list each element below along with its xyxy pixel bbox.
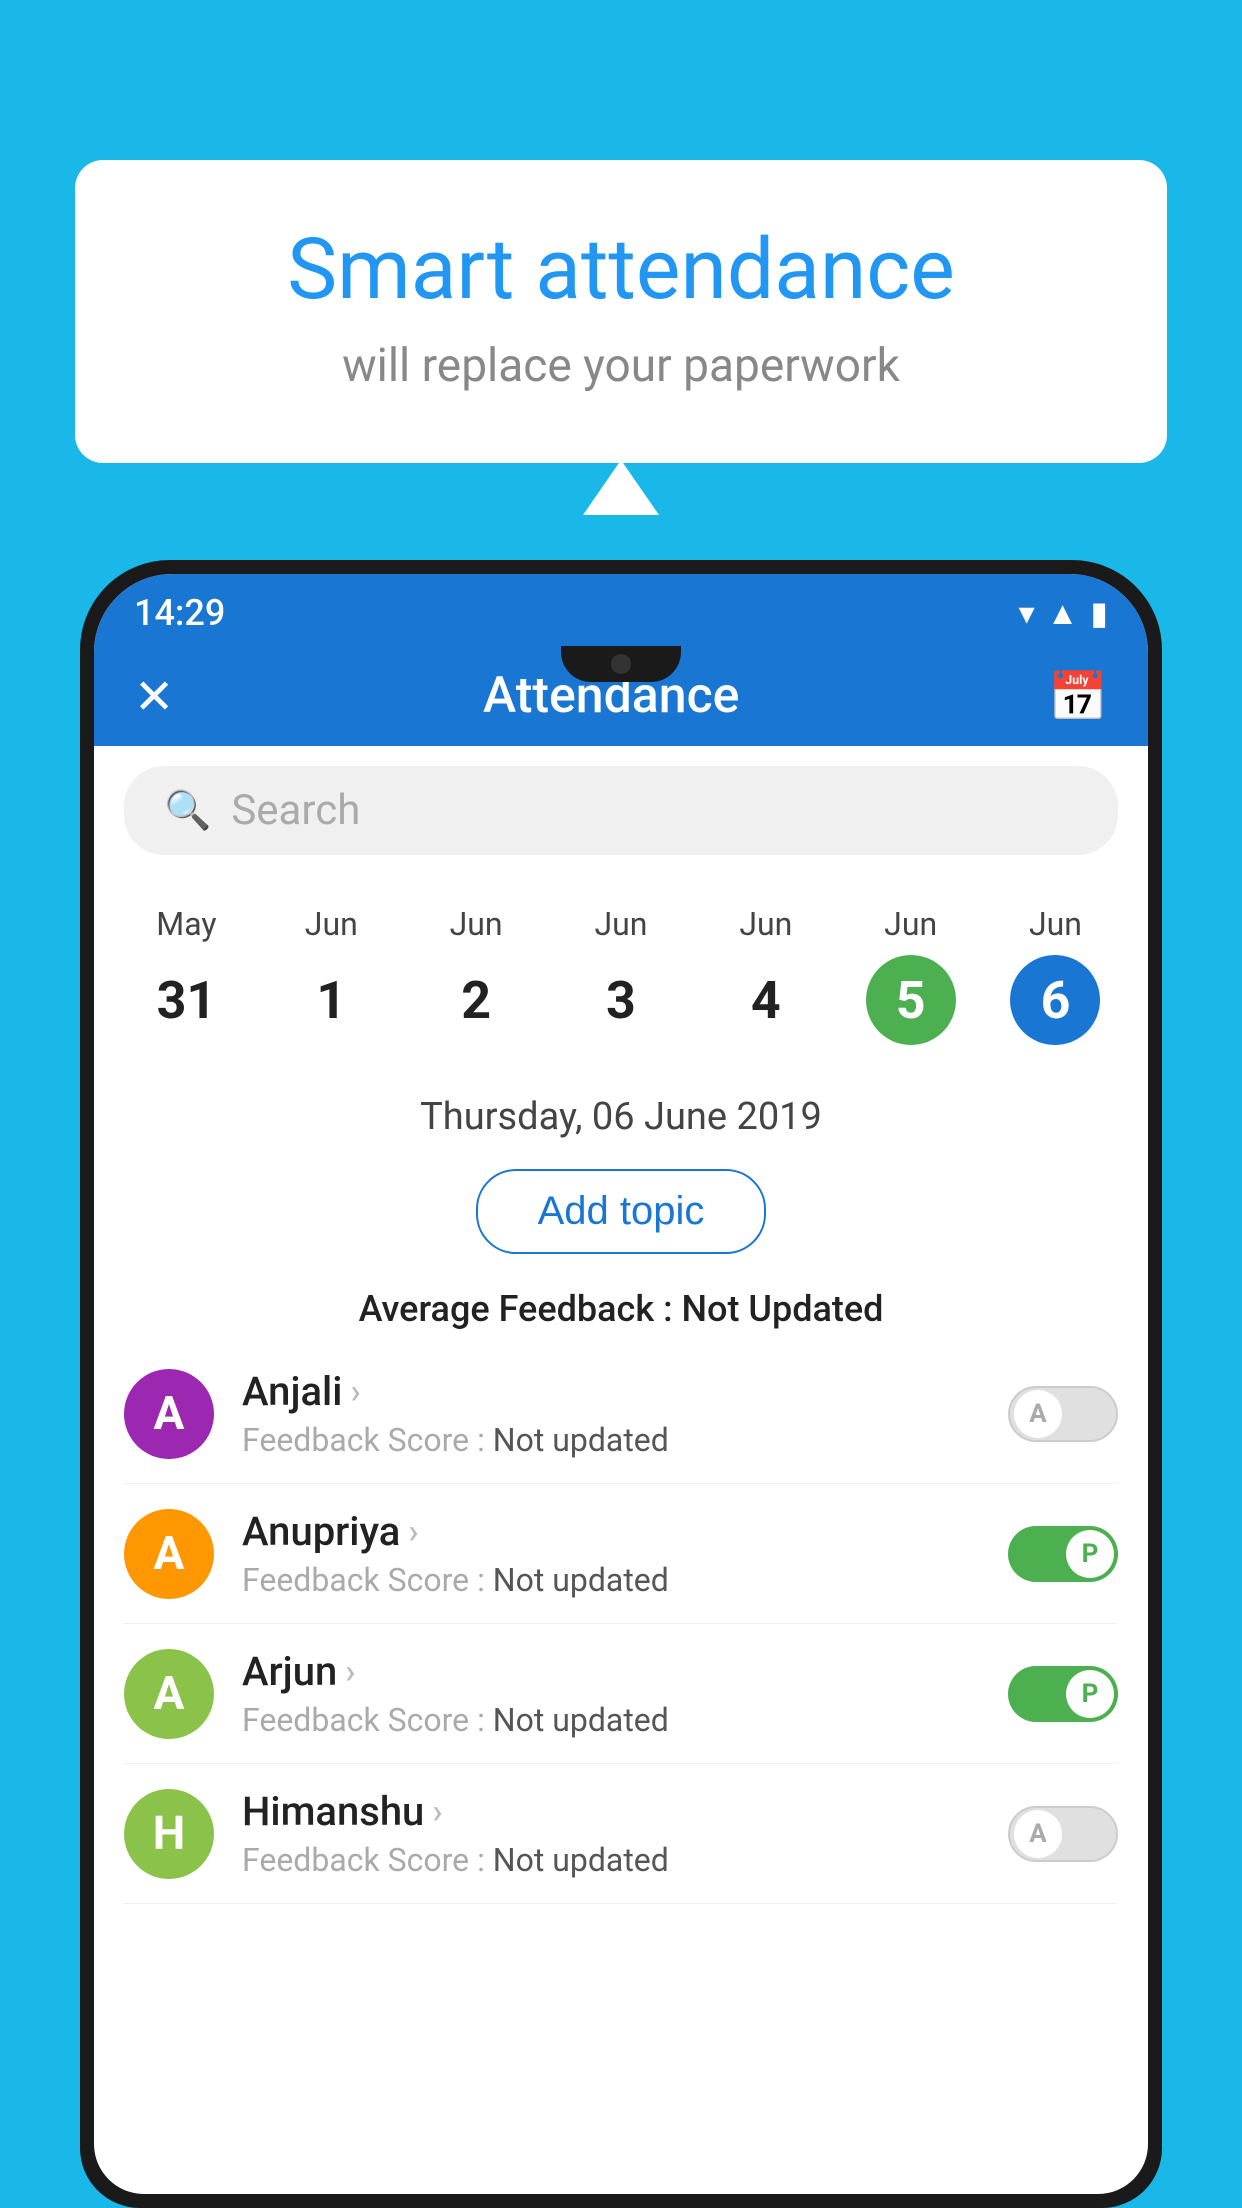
toggle-0[interactable]: A	[1008, 1386, 1118, 1442]
student-row-2: A Arjun › Feedback Score : Not updated P	[124, 1624, 1118, 1764]
chevron-icon-0: ›	[350, 1372, 360, 1412]
student-avatar-0: A	[124, 1369, 214, 1459]
student-row-0: A Anjali › Feedback Score : Not updated …	[124, 1344, 1118, 1484]
toggle-3[interactable]: A	[1008, 1806, 1118, 1862]
wifi-icon: ▾	[1019, 594, 1035, 632]
date-jun6-selected[interactable]: Jun 6	[998, 895, 1112, 1055]
status-icons: ▾ ▲ ▮	[1019, 594, 1108, 632]
student-feedback-0: Feedback Score : Not updated	[242, 1421, 980, 1459]
avg-feedback-row: Average Feedback : Not Updated	[94, 1274, 1148, 1344]
avg-feedback-label: Average Feedback :	[359, 1288, 673, 1330]
notch	[561, 646, 681, 682]
selected-date-label: Thursday, 06 June 2019	[94, 1065, 1148, 1149]
calendar-button[interactable]: 📅	[1048, 668, 1108, 725]
toggle-knob-2: P	[1066, 1670, 1114, 1718]
avg-feedback-value: Not Updated	[682, 1288, 884, 1330]
search-placeholder: Search	[231, 786, 360, 835]
date-strip: May 31 Jun 1 Jun 2 Jun 3 Jun 4 Jun 5	[94, 875, 1148, 1065]
student-feedback-2: Feedback Score : Not updated	[242, 1701, 980, 1739]
search-bar[interactable]: 🔍 Search	[124, 766, 1118, 855]
speech-bubble: Smart attendance will replace your paper…	[75, 160, 1167, 463]
search-container: 🔍 Search	[94, 746, 1148, 875]
date-jun1[interactable]: Jun 1	[274, 895, 388, 1055]
student-name-2[interactable]: Arjun ›	[242, 1648, 980, 1695]
battery-icon: ▮	[1090, 594, 1108, 632]
status-bar: 14:29 ▾ ▲ ▮	[94, 574, 1148, 646]
toggle-1[interactable]: P	[1008, 1526, 1118, 1582]
add-topic-button[interactable]: Add topic	[476, 1169, 767, 1254]
attendance-toggle-0[interactable]: A	[1008, 1386, 1118, 1442]
student-name-1[interactable]: Anupriya ›	[242, 1508, 980, 1555]
student-avatar-1: A	[124, 1509, 214, 1599]
student-avatar-2: A	[124, 1649, 214, 1739]
chevron-icon-2: ›	[345, 1652, 355, 1692]
chevron-icon-1: ›	[408, 1512, 418, 1552]
search-icon: 🔍	[164, 789, 211, 833]
toggle-knob-0: A	[1014, 1390, 1062, 1438]
students-list: A Anjali › Feedback Score : Not updated …	[94, 1344, 1148, 1904]
student-row-1: A Anupriya › Feedback Score : Not update…	[124, 1484, 1118, 1624]
date-may31[interactable]: May 31	[129, 895, 243, 1055]
attendance-toggle-1[interactable]: P	[1008, 1526, 1118, 1582]
date-jun3[interactable]: Jun 3	[564, 895, 678, 1055]
date-jun4[interactable]: Jun 4	[709, 895, 823, 1055]
student-info-0: Anjali › Feedback Score : Not updated	[242, 1368, 980, 1459]
student-avatar-3: H	[124, 1789, 214, 1879]
status-time: 14:29	[134, 592, 225, 634]
student-row-3: H Himanshu › Feedback Score : Not update…	[124, 1764, 1118, 1904]
student-name-3[interactable]: Himanshu ›	[242, 1788, 980, 1835]
date-jun2[interactable]: Jun 2	[419, 895, 533, 1055]
attendance-toggle-2[interactable]: P	[1008, 1666, 1118, 1722]
chevron-icon-3: ›	[432, 1792, 442, 1832]
toggle-knob-3: A	[1014, 1810, 1062, 1858]
bubble-title: Smart attendance	[155, 220, 1087, 319]
close-button[interactable]: ✕	[134, 668, 174, 725]
student-feedback-3: Feedback Score : Not updated	[242, 1841, 980, 1879]
attendance-toggle-3[interactable]: A	[1008, 1806, 1118, 1862]
toggle-2[interactable]: P	[1008, 1666, 1118, 1722]
toggle-knob-1: P	[1066, 1530, 1114, 1578]
phone-frame: 14:29 ▾ ▲ ▮ ✕ Attendance 📅 🔍 Search	[80, 560, 1162, 2208]
student-feedback-1: Feedback Score : Not updated	[242, 1561, 980, 1599]
student-info-3: Himanshu › Feedback Score : Not updated	[242, 1788, 980, 1879]
phone-screen: 14:29 ▾ ▲ ▮ ✕ Attendance 📅 🔍 Search	[94, 574, 1148, 2194]
camera	[611, 654, 631, 674]
signal-icon: ▲	[1047, 594, 1079, 632]
date-jun5-today[interactable]: Jun 5	[854, 895, 968, 1055]
bubble-subtitle: will replace your paperwork	[155, 339, 1087, 393]
student-info-2: Arjun › Feedback Score : Not updated	[242, 1648, 980, 1739]
student-name-0[interactable]: Anjali ›	[242, 1368, 980, 1415]
student-info-1: Anupriya › Feedback Score : Not updated	[242, 1508, 980, 1599]
